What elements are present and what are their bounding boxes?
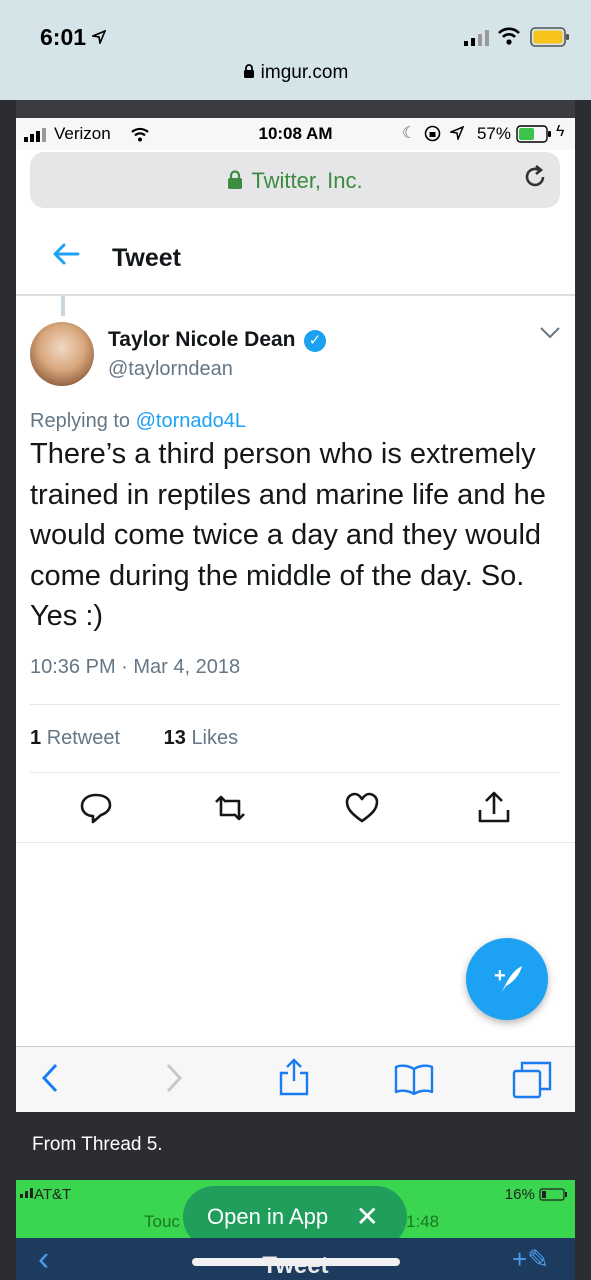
verified-badge-icon: ✓ (304, 330, 326, 352)
share-icon[interactable] (476, 790, 512, 826)
battery-icon (539, 1188, 567, 1201)
retweet-count[interactable]: 1 Retweet (30, 727, 120, 749)
thread-line (61, 296, 65, 316)
divider (16, 842, 575, 843)
wifi-icon (498, 27, 520, 45)
signal-icon (20, 1188, 33, 1198)
overlay-carrier: AT&T (34, 1186, 72, 1203)
avatar[interactable] (30, 322, 94, 386)
chevron-down-icon[interactable] (539, 326, 561, 340)
share-icon[interactable] (278, 1057, 310, 1097)
author-name[interactable]: Taylor Nicole Dean (108, 328, 296, 352)
location-arrow-icon (90, 29, 107, 46)
svg-text:+: + (494, 965, 506, 987)
reload-icon[interactable] (522, 164, 548, 190)
divider (30, 772, 560, 773)
caption-area: From Thread 5. (16, 1112, 575, 1180)
moon-icon: ☾ (402, 125, 417, 142)
inner-top-band (16, 100, 575, 118)
tweet-text: There’s a third person who is extremely … (30, 438, 546, 632)
retweet-icon[interactable] (212, 790, 248, 826)
browser-toolbar (16, 1046, 575, 1112)
rotation-lock-icon (424, 125, 441, 142)
overlay-partial-time: 1:48 (406, 1212, 440, 1231)
divider (30, 704, 560, 705)
page-title: Tweet (112, 244, 181, 272)
caption-text: From Thread 5. (32, 1134, 163, 1155)
browser-back-icon[interactable] (38, 1061, 62, 1095)
home-indicator[interactable] (192, 1258, 400, 1266)
overlay-battery: 16% (505, 1186, 569, 1203)
outer-status-bar: 6:01 imgur.com (0, 0, 591, 100)
inner-status-bar: Verizon 10:08 AM ☾ 57% ϟ (16, 118, 575, 150)
back-arrow-icon[interactable] (50, 238, 82, 270)
open-in-app-label[interactable]: Open in App (207, 1204, 328, 1230)
bookmarks-icon[interactable] (394, 1063, 434, 1095)
tweet-timestamp: 10:36 PM · Mar 4, 2018 (30, 656, 241, 678)
tweet-header: Tweet (16, 222, 575, 296)
browser-url-bar[interactable]: Twitter, Inc. (30, 152, 560, 208)
charging-icon: ϟ (556, 123, 565, 140)
embedded-screenshot: Verizon 10:08 AM ☾ 57% ϟ Twitter, Inc. T… (16, 100, 575, 1112)
likes-count[interactable]: 13 Likes (164, 727, 239, 749)
location-arrow-icon (450, 126, 464, 140)
inner-battery-percent: 57% (476, 124, 511, 143)
battery-icon (530, 27, 569, 47)
battery-icon (516, 125, 551, 143)
compose-icon: + (494, 965, 522, 992)
signal-icon (464, 30, 489, 46)
browser-url[interactable]: Twitter, Inc. (30, 168, 560, 194)
tabs-icon[interactable] (512, 1059, 552, 1099)
reply-icon[interactable] (78, 790, 114, 826)
next-page-title: Tweet (16, 1252, 575, 1280)
heart-icon[interactable] (344, 790, 380, 826)
replying-to: Replying to @tornado4L (30, 410, 247, 432)
compose-button[interactable]: + (466, 938, 548, 1020)
lock-icon (243, 64, 254, 78)
browser-forward-icon[interactable] (162, 1061, 186, 1095)
reply-mention[interactable]: @tornado4L (136, 410, 246, 432)
compose-icon[interactable]: +✎ (512, 1244, 549, 1275)
lock-icon (228, 170, 243, 189)
outer-url[interactable]: imgur.com (0, 62, 591, 84)
close-icon[interactable]: ✕ (356, 1200, 379, 1233)
author-handle[interactable]: @taylorndean (108, 358, 233, 381)
outer-time: 6:01 (40, 24, 107, 51)
overlay-partial-text: Touc (144, 1212, 180, 1231)
tweet-stats: 1 Retweet 13 Likes (30, 727, 238, 750)
